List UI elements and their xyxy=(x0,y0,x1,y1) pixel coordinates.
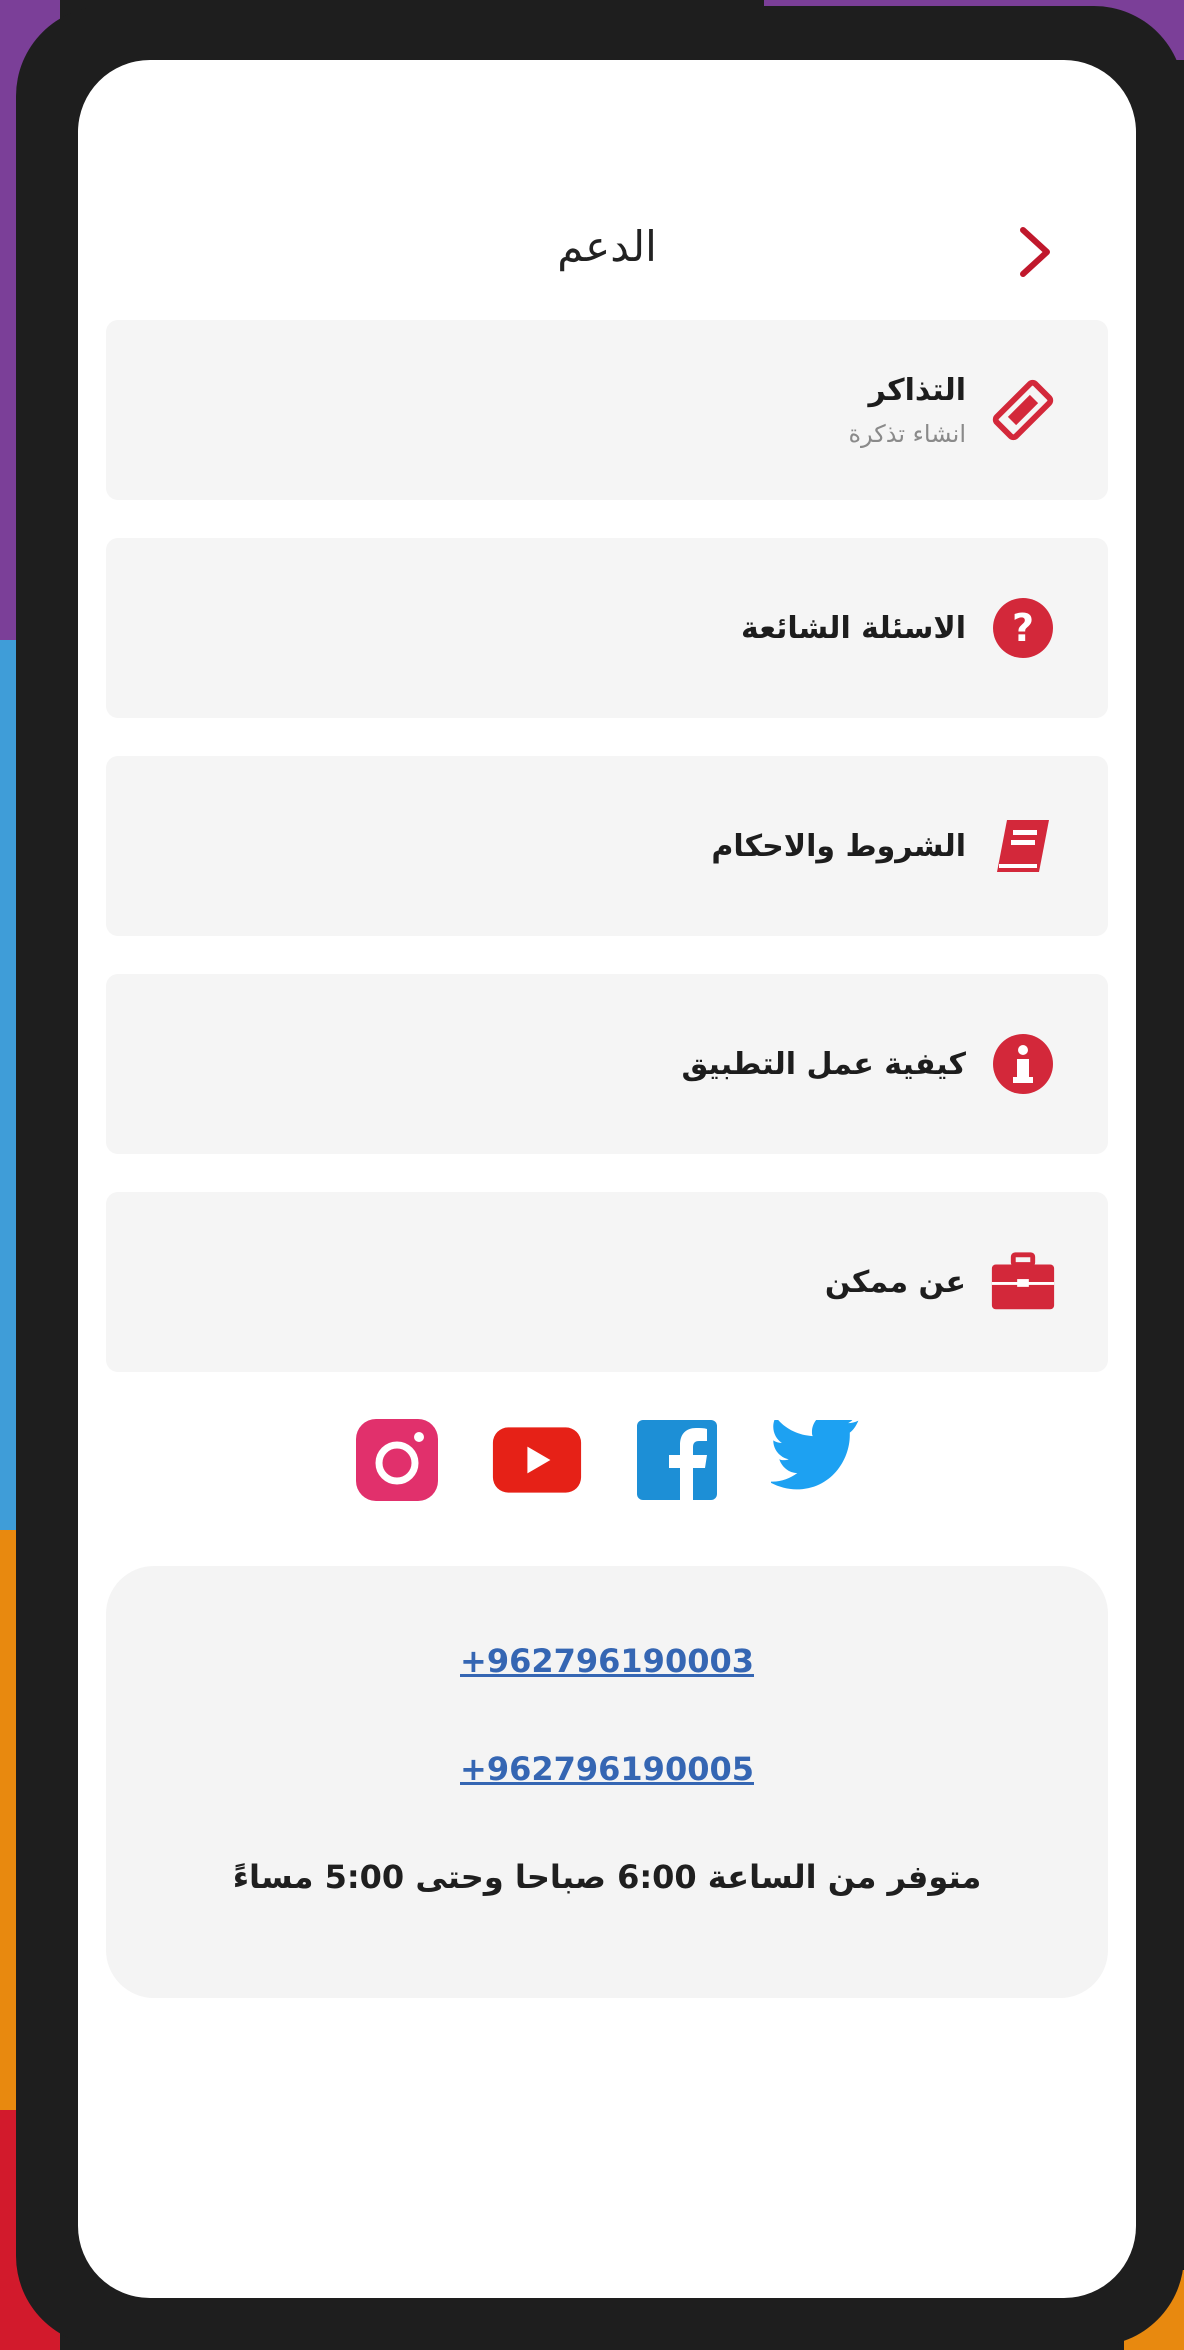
ticket-icon xyxy=(988,375,1058,445)
contact-card: +962796190003 +962796190005 متوفر من الس… xyxy=(106,1566,1108,1998)
support-menu: التذاكر انشاء تذكرة ? الاسئلة الشائعة ال… xyxy=(106,320,1108,1410)
menu-item-label: التذاكر xyxy=(868,372,966,408)
support-screen: الدعم التذاكر انشاء تذكرة ? الاسئلة الشا… xyxy=(78,60,1136,2298)
working-hours: متوفر من الساعة 6:00 صباحا وحتى 5:00 مسا… xyxy=(232,1858,982,1896)
menu-item-label: كيفية عمل التطبيق xyxy=(681,1046,966,1082)
menu-item-tickets[interactable]: التذاكر انشاء تذكرة xyxy=(106,320,1108,500)
book-icon xyxy=(988,811,1058,881)
menu-item-label: الشروط والاحكام xyxy=(711,828,966,864)
menu-item-subtitle: انشاء تذكرة xyxy=(848,419,966,448)
youtube-icon[interactable] xyxy=(491,1414,583,1506)
svg-text:?: ? xyxy=(1012,606,1034,650)
phone-link-2[interactable]: +962796190005 xyxy=(460,1750,754,1788)
phone-link-1[interactable]: +962796190003 xyxy=(460,1642,754,1680)
menu-item-terms[interactable]: الشروط والاحكام xyxy=(106,756,1108,936)
briefcase-icon xyxy=(988,1247,1058,1317)
menu-item-label: عن ممكن xyxy=(824,1264,966,1300)
question-circle-icon: ? xyxy=(988,593,1058,663)
facebook-icon[interactable] xyxy=(631,1414,723,1506)
menu-item-about[interactable]: عن ممكن xyxy=(106,1192,1108,1372)
menu-item-faq[interactable]: ? الاسئلة الشائعة xyxy=(106,538,1108,718)
twitter-icon[interactable] xyxy=(771,1414,863,1506)
header: الدعم xyxy=(78,60,1136,277)
info-circle-icon xyxy=(988,1029,1058,1099)
instagram-icon[interactable] xyxy=(351,1414,443,1506)
menu-item-label: الاسئلة الشائعة xyxy=(741,610,966,646)
menu-item-how-it-works[interactable]: كيفية عمل التطبيق xyxy=(106,974,1108,1154)
social-links xyxy=(78,1400,1136,1520)
page-title: الدعم xyxy=(557,222,657,271)
